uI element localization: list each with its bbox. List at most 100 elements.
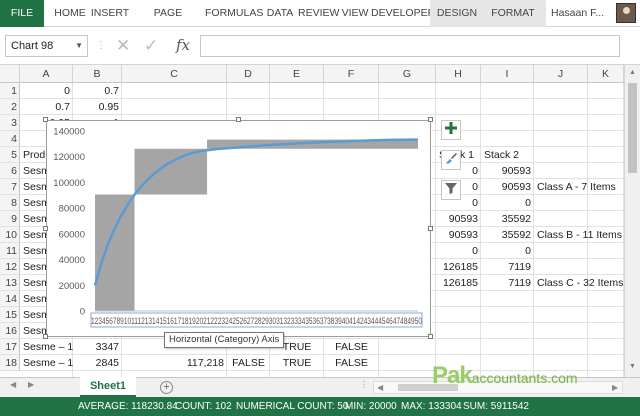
- tab-formulas[interactable]: FORMULAS: [205, 0, 263, 27]
- row-header-16[interactable]: 16: [0, 323, 20, 339]
- tab-file[interactable]: FILE: [0, 0, 44, 27]
- row-header-4[interactable]: 4: [0, 131, 20, 147]
- cell-j13[interactable]: Class C - 32 Items: [534, 275, 623, 291]
- cell-j10[interactable]: Class B - 11 Items: [534, 227, 622, 243]
- vertical-scrollbar[interactable]: ▲ ▼: [624, 65, 640, 377]
- cell-i8[interactable]: 0: [481, 195, 534, 211]
- tab-review[interactable]: REVIEW: [298, 0, 339, 27]
- cell-i13[interactable]: 7119: [481, 275, 534, 291]
- tab-developer[interactable]: DEVELOPER: [371, 0, 435, 27]
- row-header-18[interactable]: 18: [0, 355, 20, 371]
- column-header-b[interactable]: B: [73, 65, 122, 83]
- status-numerical-count[interactable]: NUMERICAL COUNT: 50: [236, 397, 348, 416]
- resize-handle[interactable]: [43, 117, 48, 122]
- cell-b1[interactable]: 0.7: [73, 83, 122, 99]
- next-sheet-icon[interactable]: ▶: [28, 380, 34, 389]
- tab-insert[interactable]: INSERT: [90, 0, 130, 27]
- formula-input[interactable]: [200, 35, 620, 57]
- column-header-g[interactable]: G: [379, 65, 436, 83]
- row-header-2[interactable]: 2: [0, 99, 20, 115]
- name-box[interactable]: Chart 98 ▼: [5, 35, 88, 57]
- cell-i7[interactable]: 90593: [481, 179, 534, 195]
- y-tick-label[interactable]: 20000: [59, 281, 85, 292]
- status-max[interactable]: MAX: 133304: [401, 397, 462, 416]
- prev-sheet-icon[interactable]: ◀: [10, 380, 16, 389]
- cell-b17[interactable]: 3347: [73, 339, 122, 355]
- add-sheet-icon[interactable]: +: [160, 381, 173, 394]
- tab-view[interactable]: VIEW: [340, 0, 370, 27]
- cell-h13[interactable]: 126185: [436, 275, 481, 291]
- cell-j7[interactable]: Class A - 7 Items: [534, 179, 616, 195]
- resize-handle[interactable]: [43, 334, 48, 339]
- cell-c18[interactable]: 117,218: [122, 355, 227, 371]
- drag-handle-icon[interactable]: ⋮: [96, 40, 106, 51]
- cell-i9[interactable]: 35592: [481, 211, 534, 227]
- scroll-left-icon[interactable]: ◀: [377, 383, 383, 392]
- tab-design[interactable]: DESIGN: [434, 0, 480, 27]
- cell-a18[interactable]: Sesme – 1: [20, 355, 73, 371]
- resize-handle[interactable]: [235, 117, 241, 122]
- y-tick-label[interactable]: 40000: [59, 255, 85, 266]
- user-name[interactable]: Hasaan F...: [551, 0, 613, 27]
- column-header-f[interactable]: F: [324, 65, 379, 83]
- y-tick-label[interactable]: 60000: [59, 229, 85, 240]
- cell-i11[interactable]: 0: [481, 243, 534, 259]
- row-header-14[interactable]: 14: [0, 291, 20, 307]
- cell-h11[interactable]: 0: [436, 243, 481, 259]
- check-icon[interactable]: ✓: [144, 37, 158, 54]
- status-count[interactable]: COUNT: 102: [175, 397, 232, 416]
- insert-function-icon[interactable]: fx: [176, 36, 190, 54]
- column-header-h[interactable]: H: [436, 65, 481, 83]
- cell-i10[interactable]: 35592: [481, 227, 534, 243]
- status-sum[interactable]: SUM: 5911542: [463, 397, 529, 416]
- row-header-13[interactable]: 13: [0, 275, 20, 291]
- cell-i12[interactable]: 7119: [481, 259, 534, 275]
- row-header-9[interactable]: 9: [0, 211, 20, 227]
- y-tick-label[interactable]: 80000: [59, 204, 85, 215]
- y-tick-label[interactable]: 0: [80, 307, 85, 318]
- chart-styles-button[interactable]: [441, 150, 461, 170]
- column-header-j[interactable]: J: [534, 65, 588, 83]
- cell-b18[interactable]: 2845: [73, 355, 122, 371]
- cell-f17[interactable]: FALSE: [324, 339, 379, 355]
- stack-band-2[interactable]: [134, 148, 208, 195]
- cell-h9[interactable]: 90593: [436, 211, 481, 227]
- column-header-a[interactable]: A: [20, 65, 73, 83]
- chart-elements-button[interactable]: [441, 120, 461, 140]
- drag-handle-icon[interactable]: ⋮: [360, 380, 368, 389]
- resize-handle[interactable]: [43, 225, 48, 231]
- y-tick-label[interactable]: 140000: [53, 127, 85, 138]
- resize-handle[interactable]: [428, 117, 433, 122]
- row-header-15[interactable]: 15: [0, 307, 20, 323]
- cell-i5[interactable]: Stack 2: [481, 147, 534, 163]
- row-header-17[interactable]: 17: [0, 339, 20, 355]
- status-average[interactable]: AVERAGE: 118230.84: [78, 397, 178, 416]
- cell-d18[interactable]: FALSE: [227, 355, 270, 371]
- cell-f18[interactable]: FALSE: [324, 355, 379, 371]
- cell-i6[interactable]: 90593: [481, 163, 534, 179]
- column-header-e[interactable]: E: [270, 65, 324, 83]
- scroll-up-icon[interactable]: ▲: [629, 69, 636, 76]
- cell-h12[interactable]: 126185: [436, 259, 481, 275]
- cell-b2[interactable]: 0.95: [73, 99, 122, 115]
- column-header-d[interactable]: D: [227, 65, 270, 83]
- chart-98[interactable]: 140000 120000 100000 80000 60000 40000 20000 0 1…: [46, 120, 431, 337]
- stack-band-1[interactable]: [95, 194, 135, 311]
- chevron-down-icon[interactable]: ▼: [75, 36, 83, 56]
- resize-handle[interactable]: [428, 334, 433, 339]
- row-header-7[interactable]: 7: [0, 179, 20, 195]
- row-header-11[interactable]: 11: [0, 243, 20, 259]
- sheet-tab-sheet1[interactable]: Sheet1: [80, 377, 136, 397]
- avatar[interactable]: [616, 3, 636, 23]
- row-header-6[interactable]: 6: [0, 163, 20, 179]
- x-tick-labels[interactable]: 1234567891011121314151617181920212223242…: [91, 316, 422, 326]
- cell-h10[interactable]: 90593: [436, 227, 481, 243]
- row-header-12[interactable]: 12: [0, 259, 20, 275]
- cell-a17[interactable]: Sesme – 1: [20, 339, 73, 355]
- row-header-1[interactable]: 1: [0, 83, 20, 99]
- column-header-k[interactable]: K: [588, 65, 624, 83]
- scroll-down-icon[interactable]: ▼: [629, 363, 636, 370]
- row-header-8[interactable]: 8: [0, 195, 20, 211]
- cell-a2[interactable]: 0.7: [20, 99, 73, 115]
- scroll-right-icon[interactable]: ▶: [612, 383, 618, 392]
